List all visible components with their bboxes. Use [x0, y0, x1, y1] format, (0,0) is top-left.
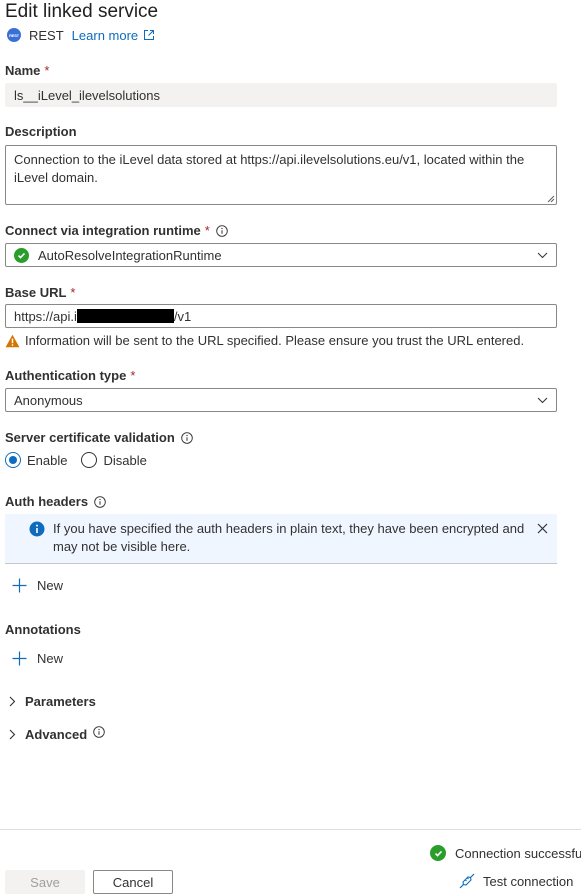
plug-connection-icon — [459, 873, 475, 889]
required-asterisk: * — [44, 63, 50, 78]
learn-more-label: Learn more — [71, 27, 139, 43]
warning-icon — [5, 334, 20, 347]
page-title: Edit linked service — [5, 1, 159, 22]
info-icon[interactable] — [94, 495, 106, 508]
info-icon[interactable] — [93, 725, 105, 738]
base-url-input[interactable]: https://api.i /v1 — [5, 304, 557, 328]
disable-radio-label[interactable]: Disable — [103, 453, 146, 468]
parameters-label: Parameters — [25, 694, 96, 709]
warning-text: Information will be sent to the URL spec… — [25, 333, 525, 348]
auth-headers-info-banner: If you have specified the auth headers i… — [5, 514, 557, 564]
info-icon[interactable] — [181, 431, 193, 444]
new-label: New — [37, 578, 64, 593]
chevron-down-icon — [537, 252, 548, 258]
base-url-prefix: https://api.i — [14, 308, 77, 324]
disable-radio[interactable] — [81, 452, 98, 468]
name-field[interactable]: ls__iLevel_ilevelsolutions — [5, 83, 557, 107]
required-asterisk: * — [70, 285, 76, 300]
banner-text: If you have specified the auth headers i… — [53, 521, 525, 554]
learn-more-link[interactable]: Learn more — [72, 28, 155, 43]
redaction-block — [76, 309, 174, 323]
test-connection-button[interactable]: Test connection — [459, 873, 573, 889]
add-auth-header-button[interactable]: New — [12, 578, 63, 593]
enable-radio-label[interactable]: Enable — [27, 453, 67, 468]
connection-status: Connection successful — [430, 845, 581, 861]
name-value: ls__iLevel_ilevelsolutions — [14, 87, 160, 103]
integration-runtime-dropdown[interactable]: AutoResolveIntegrationRuntime — [5, 243, 557, 267]
required-asterisk: * — [204, 223, 210, 238]
description-value: Connection to the iLevel data stored at … — [14, 152, 525, 185]
service-type-row: REST REST Learn more — [7, 26, 155, 44]
advanced-expander[interactable]: Advanced — [9, 725, 114, 742]
connection-status-text: Connection successful — [455, 845, 581, 861]
plus-icon — [12, 578, 27, 593]
description-label: Description — [5, 124, 77, 139]
info-filled-icon — [29, 521, 45, 537]
server-cert-label: Server certificate validation — [5, 430, 193, 445]
integration-runtime-label: Connect via integration runtime * — [5, 223, 228, 238]
add-annotation-button[interactable]: New — [12, 651, 63, 666]
annotations-label: Annotations — [5, 622, 81, 637]
new-label: New — [37, 651, 64, 666]
authentication-type-value: Anonymous — [14, 392, 83, 408]
base-url-label: Base URL * — [5, 285, 76, 300]
plus-icon — [12, 651, 27, 666]
resize-grip-icon[interactable] — [547, 195, 555, 203]
chevron-right-icon — [9, 696, 16, 707]
auth-headers-label: Auth headers — [5, 494, 106, 509]
external-link-icon — [144, 30, 155, 40]
rest-icon: REST — [7, 28, 21, 42]
service-type-name: REST — [29, 27, 64, 43]
footer-divider — [0, 829, 581, 830]
authentication-type-label: Authentication type * — [5, 368, 136, 383]
test-connection-label: Test connection — [483, 873, 574, 889]
enable-radio[interactable] — [5, 452, 21, 468]
info-icon[interactable] — [216, 224, 228, 237]
check-circle-icon — [430, 845, 446, 861]
parameters-expander[interactable]: Parameters — [9, 694, 96, 709]
chevron-down-icon — [537, 397, 548, 403]
description-textarea[interactable]: Connection to the iLevel data stored at … — [5, 145, 557, 205]
integration-runtime-value: AutoResolveIntegrationRuntime — [38, 247, 222, 263]
base-url-suffix: /v1 — [173, 308, 192, 324]
close-icon[interactable] — [537, 523, 548, 534]
required-asterisk: * — [130, 368, 136, 383]
server-cert-radio-group: Enable Disable — [5, 452, 161, 468]
save-button[interactable]: Save — [5, 870, 85, 894]
chevron-right-icon — [9, 729, 16, 740]
name-label: Name * — [5, 63, 50, 78]
cancel-button[interactable]: Cancel — [93, 870, 173, 894]
authentication-type-dropdown[interactable]: Anonymous — [5, 388, 557, 412]
advanced-label: Advanced — [25, 727, 88, 742]
check-circle-icon — [14, 247, 29, 263]
base-url-warning: Information will be sent to the URL spec… — [5, 333, 524, 348]
